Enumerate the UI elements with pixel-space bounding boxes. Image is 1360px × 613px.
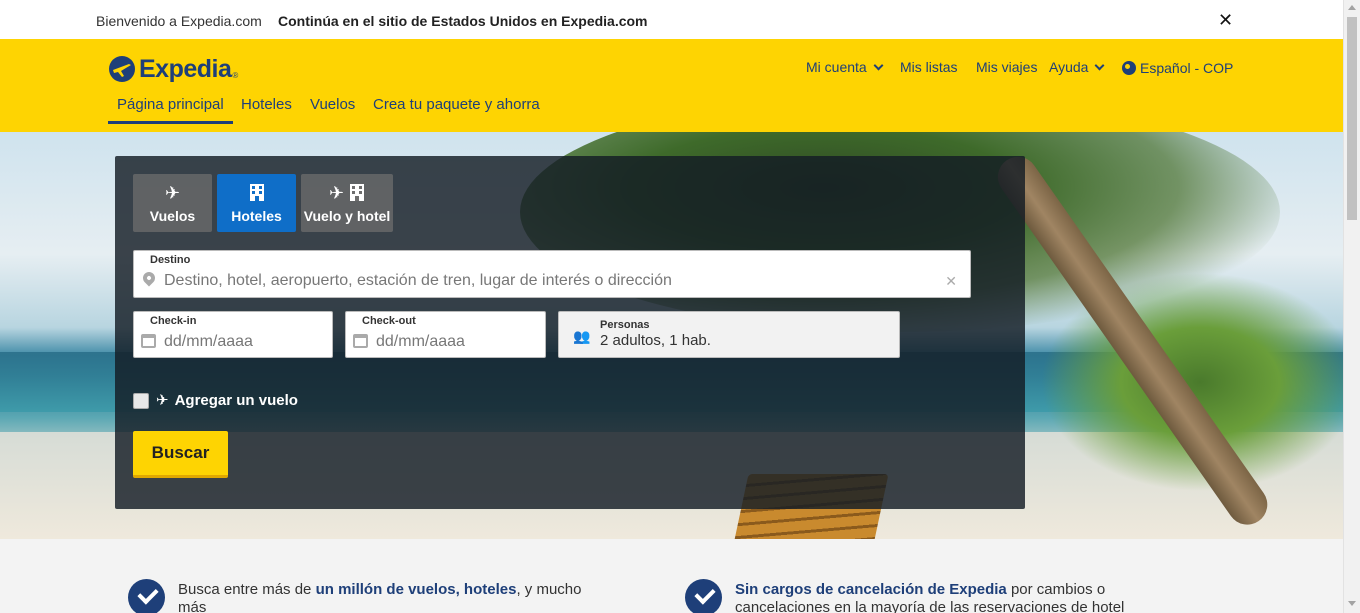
tab-flights[interactable]: ✈ Vuelos bbox=[133, 174, 212, 232]
destination-placeholder: Destino, hotel, aeropuerto, estación de … bbox=[164, 272, 672, 289]
checkin-placeholder: dd/mm/aaaa bbox=[164, 333, 253, 350]
help-label: Ayuda bbox=[1049, 59, 1089, 75]
benefit-text: Busca entre más de un millón de vuelos, … bbox=[178, 581, 598, 613]
add-flight-checkbox[interactable] bbox=[133, 393, 149, 409]
my-trips-link[interactable]: Mis viajes bbox=[976, 59, 1037, 75]
nav-home[interactable]: Página principal bbox=[108, 96, 233, 124]
welcome-text: Bienvenido a Expedia.com bbox=[96, 13, 262, 29]
chevron-down-icon bbox=[873, 60, 884, 71]
search-tabs: ✈ Vuelos Hoteles ✈ Vuelo y hotel bbox=[133, 174, 398, 232]
benefit-text: Sin cargos de cancelación de Expedia por… bbox=[735, 581, 1155, 613]
plane-building-icon: ✈ bbox=[301, 183, 393, 203]
checkout-label: Check-out bbox=[362, 315, 416, 327]
checkin-field[interactable]: Check-in dd/mm/aaaa bbox=[133, 311, 333, 358]
site-header: Expedia ® Mi cuenta Mis listas Mis viaje… bbox=[0, 39, 1343, 132]
help-menu[interactable]: Ayuda bbox=[1049, 59, 1105, 75]
logo-wordmark: Expedia bbox=[139, 54, 232, 83]
add-flight-option[interactable]: ✈ Agregar un vuelo bbox=[156, 391, 298, 409]
checkin-label: Check-in bbox=[150, 315, 197, 327]
language-label: Español - COP bbox=[1140, 60, 1234, 76]
checkout-placeholder: dd/mm/aaaa bbox=[376, 333, 465, 350]
benefit-text-pre: Busca entre más de bbox=[178, 581, 316, 598]
my-account-label: Mi cuenta bbox=[806, 59, 867, 75]
nav-hotels[interactable]: Hoteles bbox=[241, 96, 292, 113]
plane-globe-logo-icon bbox=[109, 56, 135, 82]
check-circle-icon bbox=[685, 579, 722, 613]
scroll-down-arrow-icon[interactable] bbox=[1348, 601, 1356, 606]
notice-bar: Bienvenido a Expedia.com Continúa en el … bbox=[0, 0, 1343, 39]
checkout-field[interactable]: Check-out dd/mm/aaaa bbox=[345, 311, 546, 358]
add-flight-label: Agregar un vuelo bbox=[174, 392, 298, 409]
my-account-menu[interactable]: Mi cuenta bbox=[806, 59, 884, 75]
clear-icon[interactable]: ✕ bbox=[945, 273, 957, 290]
check-circle-icon bbox=[128, 579, 165, 613]
destination-field[interactable]: Destino Destino, hotel, aeropuerto, esta… bbox=[133, 250, 971, 298]
scroll-thumb[interactable] bbox=[1347, 17, 1357, 220]
tab-hotels-label: Hoteles bbox=[231, 208, 282, 224]
benefit-text-bold: un millón de vuelos, hoteles bbox=[315, 581, 517, 598]
logo-trademark: ® bbox=[232, 71, 239, 80]
plane-icon: ✈ bbox=[156, 392, 169, 409]
people-icon: 👥 bbox=[573, 328, 591, 344]
nav-flights[interactable]: Vuelos bbox=[310, 96, 355, 113]
page-scrollbar[interactable] bbox=[1343, 0, 1360, 613]
close-icon[interactable]: ✕ bbox=[1218, 10, 1233, 31]
my-lists-link[interactable]: Mis listas bbox=[900, 59, 958, 75]
calendar-icon bbox=[353, 334, 368, 348]
persons-value: 2 adultos, 1 hab. bbox=[600, 332, 711, 349]
calendar-icon bbox=[141, 334, 156, 348]
tab-hotels[interactable]: Hoteles bbox=[217, 174, 296, 232]
tab-flight-hotel-label: Vuelo y hotel bbox=[303, 208, 391, 224]
chevron-down-icon bbox=[1095, 60, 1105, 71]
search-button[interactable]: Buscar bbox=[133, 431, 228, 478]
persons-label: Personas bbox=[600, 319, 650, 331]
destination-label: Destino bbox=[150, 254, 191, 266]
scroll-up-arrow-icon[interactable] bbox=[1348, 5, 1356, 10]
building-icon bbox=[217, 183, 296, 203]
tab-flight-hotel[interactable]: ✈ Vuelo y hotel bbox=[301, 174, 393, 232]
tab-flights-label: Vuelos bbox=[149, 208, 196, 224]
globe-icon bbox=[1122, 61, 1136, 75]
persons-selector[interactable]: 👥 Personas 2 adultos, 1 hab. bbox=[558, 311, 900, 358]
location-pin-icon bbox=[140, 269, 158, 287]
continue-us-site-link[interactable]: Continúa en el sitio de Estados Unidos e… bbox=[278, 13, 648, 29]
language-selector[interactable]: Español - COP bbox=[1122, 59, 1233, 76]
expedia-logo[interactable]: Expedia ® bbox=[108, 52, 238, 86]
nav-package[interactable]: Crea tu paquete y ahorra bbox=[373, 96, 540, 113]
benefit-text-bold: Sin cargos de cancelación de Expedia bbox=[735, 581, 1007, 598]
plane-icon: ✈ bbox=[164, 183, 181, 203]
